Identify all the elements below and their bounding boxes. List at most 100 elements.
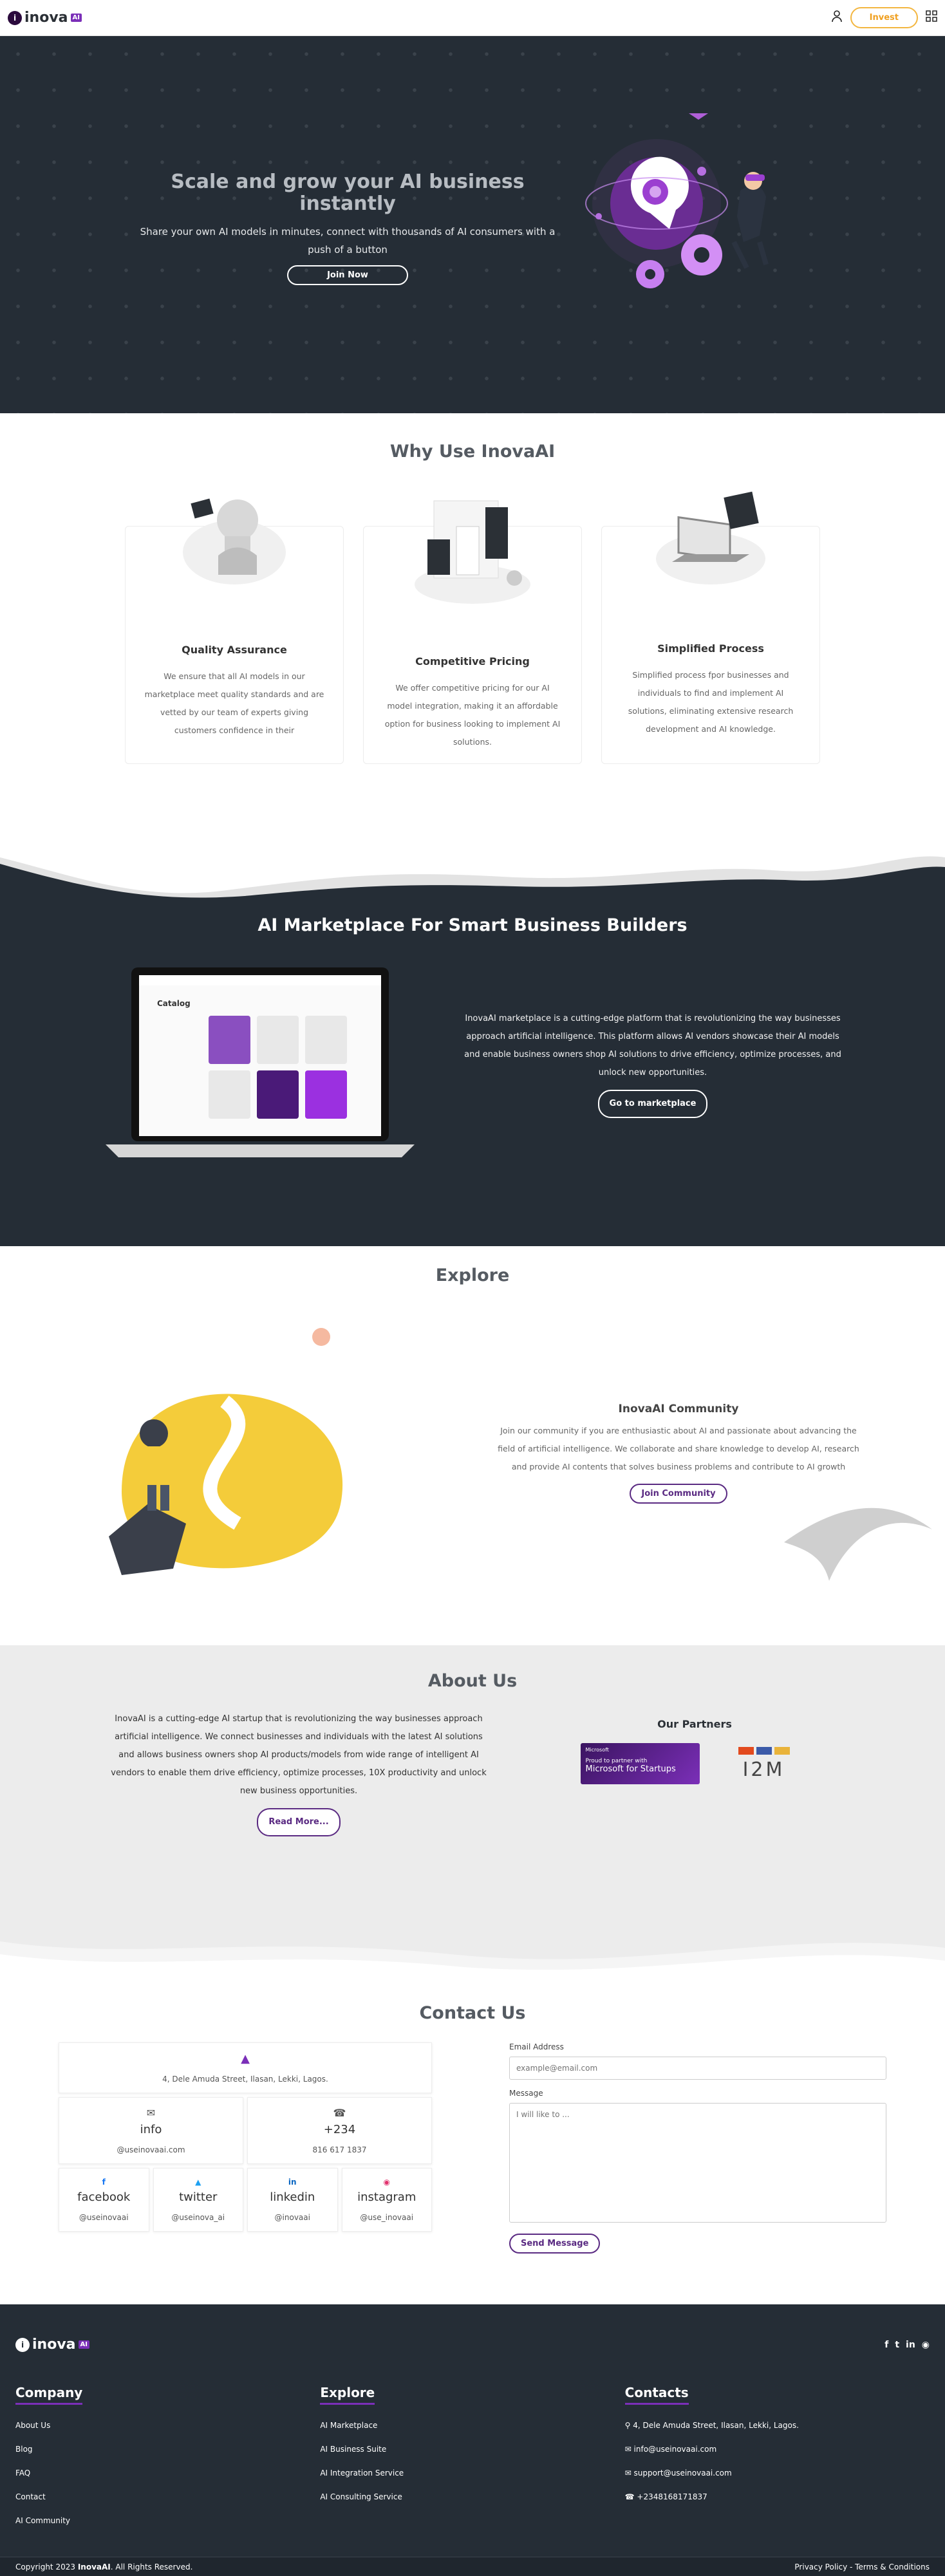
partner-small: Microsoft [585, 1747, 609, 1753]
top-nav: i inova AI Invest [0, 0, 945, 36]
grid-menu-icon[interactable] [926, 10, 937, 25]
social-name: linkedin [270, 2190, 315, 2204]
footer-email-info[interactable]: ✉ info@useinovaai.com [625, 2438, 930, 2461]
address-card: ▲ 4, Dele Amuda Street, Ilasan, Lekki, L… [59, 2042, 432, 2093]
feature-title: Simplified Process [657, 642, 764, 655]
marketplace-section: AI Marketplace For Smart Business Builde… [0, 902, 945, 1246]
message-textarea[interactable] [509, 2103, 886, 2223]
laptop-mockup: Catalog [106, 967, 415, 1157]
logo-mark-icon: i [8, 10, 22, 25]
phone-value: 816 617 1837 [312, 2145, 367, 2154]
feature-title: Quality Assurance [182, 644, 287, 656]
footer-logo[interactable]: i inova AI [15, 2337, 89, 2353]
hiker-illustration [109, 1328, 343, 1575]
about-section: About Us InovaAI is a cutting-edge AI st… [0, 1645, 945, 1980]
about-title: About Us [427, 1671, 518, 1691]
footer-company-title: Company [15, 2385, 83, 2405]
email-input[interactable] [509, 2057, 886, 2080]
feature-title: Competitive Pricing [415, 655, 530, 667]
email-label: info [140, 2123, 162, 2136]
marketplace-title: AI Marketplace For Smart Business Builde… [257, 915, 688, 935]
footer-address: ⚲ 4, Dele Amuda Street, Ilasan, Lekki, L… [625, 2414, 930, 2438]
footer-email-text: support@useinovaai.com [633, 2469, 732, 2478]
microsoft-startups-logo[interactable]: Microsoft Proud to partner with Microsof… [580, 1743, 700, 1784]
instagram-icon: ◉ [383, 2178, 390, 2187]
partner-line2: Microsoft for Startups [585, 1764, 676, 1774]
footer-phone[interactable]: ☎ +2348168171837 [625, 2485, 930, 2509]
footer-explore-title: Explore [320, 2385, 375, 2405]
footer-facebook-icon[interactable]: f [884, 2340, 888, 2350]
partner-line1: Proud to partner with [585, 1758, 648, 1764]
facebook-icon: f [102, 2178, 106, 2187]
footer-location-icon: ⚲ [624, 2421, 633, 2430]
wave-divider [0, 856, 945, 902]
phone-icon: ☎ [333, 2107, 346, 2119]
facebook-card[interactable]: f facebook @useinovaai [59, 2168, 149, 2232]
feature-card-pricing: Competitive Pricing We offer competitive… [363, 500, 582, 764]
contact-form: Email Address Message Send Message [509, 2042, 886, 2254]
explore-section: Explore InovaAI Community Join our commu… [0, 1246, 945, 1645]
read-more-button[interactable]: Read More... [257, 1808, 341, 1836]
footer-link[interactable]: AI Community [15, 2509, 320, 2533]
instagram-card[interactable]: ◉ instagram @use_inovaai [341, 2168, 432, 2232]
location-pin-icon: ▲ [241, 2052, 250, 2066]
phone-card[interactable]: ☎ +234 816 617 1837 [247, 2097, 432, 2164]
footer: i inova AI f t in ◉ Company About Us Blo… [0, 2304, 945, 2576]
terms-link[interactable]: Terms & Conditions [855, 2562, 930, 2571]
robot-illustration [183, 498, 286, 584]
hero-title: Scale and grow your AI business instantl… [171, 171, 525, 215]
email-address-label: Email Address [509, 2042, 564, 2051]
footer-mail-icon: ✉ [624, 2469, 634, 2478]
social-handle: @useinovaai [79, 2213, 129, 2222]
privacy-policy-link[interactable]: Privacy Policy [794, 2562, 847, 2571]
brand-logo[interactable]: i inova AI [8, 10, 82, 26]
i2m-mark-icon [738, 1747, 790, 1755]
footer-twitter-icon[interactable]: t [895, 2340, 899, 2350]
copyright: Copyright 2023 InovaAI. All Rights Reser… [15, 2562, 192, 2571]
footer-link[interactable]: AI Marketplace [320, 2414, 624, 2438]
footer-company-col: Company About Us Blog FAQ Contact AI Com… [15, 2385, 320, 2533]
footer-link[interactable]: FAQ [15, 2461, 320, 2485]
user-icon[interactable] [831, 10, 843, 26]
why-title: Why Use InovaAI [389, 442, 556, 462]
feature-text: We offer competitive pricing for our AI … [384, 683, 561, 747]
address-text: 4, Dele Amuda Street, Ilasan, Lekki, Lag… [162, 2075, 328, 2084]
footer-link[interactable]: AI Business Suite [320, 2438, 624, 2461]
join-now-button[interactable]: Join Now [287, 265, 408, 285]
footer-linkedin-icon[interactable]: in [906, 2340, 915, 2350]
footer-link[interactable]: Contact [15, 2485, 320, 2509]
i2m-logo[interactable]: I2M [719, 1746, 809, 1781]
social-handle: @use_inovaai [360, 2213, 414, 2222]
join-community-button[interactable]: Join Community [630, 1483, 727, 1504]
email-value: @useinovaai.com [117, 2145, 185, 2154]
footer-bottom-bar: Copyright 2023 InovaAI. All Rights Reser… [0, 2557, 945, 2576]
message-label: Message [509, 2089, 543, 2098]
footer-link[interactable]: About Us [15, 2414, 320, 2438]
partners-title: Our Partners [657, 1718, 732, 1730]
feature-card-process: Simplified Process Simplified process fp… [601, 491, 820, 764]
hero-subtitle: Share your own AI models in minutes, con… [140, 226, 556, 256]
go-to-marketplace-button[interactable]: Go to marketplace [597, 1090, 708, 1118]
email-card[interactable]: ✉ info @useinovaai.com [59, 2097, 243, 2164]
legal-links: Privacy Policy - Terms & Conditions [794, 2562, 930, 2571]
hero-section: Scale and grow your AI business instantl… [0, 36, 945, 413]
footer-link[interactable]: Blog [15, 2438, 320, 2461]
twitter-card[interactable]: ▲ twitter @useinova_ai [153, 2168, 243, 2232]
footer-contacts-col: Contacts ⚲ 4, Dele Amuda Street, Ilasan,… [624, 2385, 930, 2533]
send-message-button[interactable]: Send Message [509, 2234, 601, 2254]
footer-email-support[interactable]: ✉ support@useinovaai.com [625, 2461, 930, 2485]
footer-link[interactable]: AI Integration Service [320, 2461, 624, 2485]
contact-title: Contact Us [419, 2003, 526, 2023]
footer-link[interactable]: AI Consulting Service [320, 2485, 624, 2509]
footer-brand-name: inova [32, 2337, 76, 2353]
social-handle: @useinova_ai [171, 2213, 225, 2222]
footer-brand-badge: AI [78, 2340, 89, 2349]
linkedin-card[interactable]: in linkedin @inovaai [247, 2168, 338, 2232]
footer-instagram-icon[interactable]: ◉ [922, 2340, 930, 2350]
invest-button[interactable]: Invest [850, 7, 918, 28]
contact-section: Contact Us ▲ 4, Dele Amuda Street, Ilasa… [0, 1980, 945, 2304]
footer-phone-text: +2348168171837 [637, 2492, 707, 2501]
social-handle: @inovaai [274, 2213, 310, 2222]
mail-icon: ✉ [146, 2107, 156, 2119]
partner-i2m: I2M [742, 1759, 785, 1781]
